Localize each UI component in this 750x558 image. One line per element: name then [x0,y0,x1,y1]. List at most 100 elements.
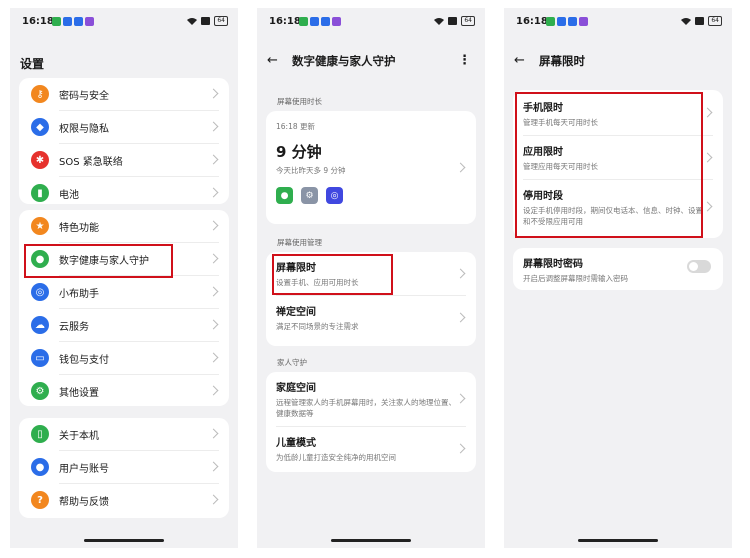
chevron-right-icon [208,385,219,396]
settings-item[interactable]: ⚙ 其他设置 [19,375,229,407]
chevron-right-icon [455,443,466,453]
settings-item[interactable]: ◎ 小布助手 [19,276,229,308]
app-notification-icon [568,17,577,26]
home-indicator[interactable] [331,539,411,542]
app-notification-icon [546,17,555,26]
usage-total: 9 分钟 [276,143,322,161]
chevron-right-icon [208,286,219,297]
app-notification-icon [557,17,566,26]
shield-icon: ◆ [31,118,49,136]
top-bar: ← 屏幕限时 [504,52,732,72]
assistant-icon: ◎ [31,283,49,301]
sim-icon [695,17,705,25]
highlight-box [24,244,173,278]
app-notification-icon [63,17,72,26]
assistant-app-icon: ◎ [326,187,343,204]
highlight-box [272,254,393,295]
app-notification-icon [52,17,61,26]
page-title: 数字健康与家人守护 [292,54,396,68]
help-icon: ? [31,491,49,509]
user-icon: ● [31,458,49,476]
settings-item[interactable]: ◆ 权限与隐私 [19,111,229,143]
chevron-right-icon [455,393,466,404]
usage-card[interactable]: 16:18 更新 9 分钟 今天比昨天多 9 分钟 ● ⚙ ◎ [266,111,476,224]
status-time: 16:18 [516,16,548,27]
chevron-right-icon [702,107,713,117]
app-notification-icon [321,17,330,26]
chevron-right-icon [702,152,713,162]
chevron-right-icon [208,461,219,472]
passcode-card: 屏幕限时密码 开启后调整屏幕限时需输入密码 [513,248,723,290]
home-indicator[interactable] [84,539,164,542]
chevron-right-icon [455,268,466,278]
sos-icon: ✱ [31,151,49,169]
gear-icon: ⚙ [31,382,49,400]
settings-item[interactable]: ☁ 云服务 [19,309,229,341]
app-notification-icon [74,17,83,26]
wifi-icon [434,18,445,25]
settings-item[interactable]: ● 用户与账号 [19,451,229,483]
kids-mode-subtitle: 为低龄儿童打造安全纯净的用机空间 [276,453,396,462]
chevron-right-icon [208,220,219,231]
settings-item-label: 关于本机 [59,430,99,442]
app-notification-icon [579,17,588,26]
chevron-right-icon [208,121,219,132]
settings-item[interactable]: ⚷ 密码与安全 [19,78,229,110]
settings-screen: 16:18 64 设置 ⚷ 密码与安全 ◆ 权限与隐私 ✱ SOS 紧急联络 ▮ 电池 ★ 特色… [10,8,238,548]
wellbeing-screen: 16:18 64 ← 数字健康与家人守护 ⋮ 屏幕使用时长 16:18 更新 9… [257,8,485,548]
family-space-item[interactable]: 家庭空间 远程管理家人的手机屏幕用时，关注家人的地理位置、健康数据等 [266,372,476,426]
battery-level: 64 [214,16,228,26]
key-icon: ⚷ [31,85,49,103]
settings-item[interactable]: ▭ 钱包与支付 [19,342,229,374]
cloud-icon: ☁ [31,316,49,334]
chevron-right-icon [208,154,219,165]
wifi-icon [187,18,198,25]
star-icon: ★ [31,217,49,235]
settings-item-label: 用户与账号 [59,463,109,475]
battery-level: 64 [461,16,475,26]
chevron-right-icon [208,319,219,330]
passcode-title: 屏幕限时密码 [523,259,583,270]
updated-time: 16:18 更新 [276,122,315,131]
screen-limit-screen: 16:18 64 ← 屏幕限时 手机限时 管理手机每天可用时长 应用限时 管理应… [504,8,732,548]
settings-item-label: 权限与隐私 [59,123,109,135]
settings-group-account: ▯ 关于本机 ● 用户与账号? 帮助与反馈 [19,418,229,518]
chevron-right-icon [208,253,219,264]
focus-space-subtitle: 满足不同场景的专注需求 [276,322,359,331]
settings-item[interactable]: ? 帮助与反馈 [19,484,229,516]
more-options-icon[interactable]: ⋮ [458,52,471,70]
chevron-right-icon [208,428,219,439]
status-bar: 16:18 64 [10,8,238,38]
settings-item[interactable]: ✱ SOS 紧急联络 [19,144,229,176]
status-bar: 16:18 64 [504,8,732,38]
sim-icon [201,17,211,25]
home-indicator[interactable] [578,539,658,542]
family-space-title: 家庭空间 [276,383,316,394]
back-arrow-icon[interactable]: ← [514,52,525,70]
kids-mode-item[interactable]: 儿童模式 为低龄儿童打造安全纯净的用机空间 [266,427,476,470]
settings-item-label: 钱包与支付 [59,354,109,366]
notification-icons [546,17,588,26]
chevron-right-icon [208,88,219,99]
app-notification-icon [299,17,308,26]
battery-icon: ▮ [31,184,49,202]
settings-group-security: ⚷ 密码与安全 ◆ 权限与隐私 ✱ SOS 紧急联络 ▮ 电池 [19,78,229,204]
notification-icons [299,17,341,26]
settings-item[interactable]: ▮ 电池 [19,177,229,209]
family-card: 家庭空间 远程管理家人的手机屏幕用时，关注家人的地理位置、健康数据等 儿童模式 … [266,372,476,472]
app-notification-icon [332,17,341,26]
back-arrow-icon[interactable]: ← [267,52,278,70]
wallet-icon: ▭ [31,349,49,367]
passcode-subtitle: 开启后调整屏幕限时需输入密码 [523,274,628,283]
settings-item-label: 帮助与反馈 [59,496,109,508]
settings-item[interactable]: ★ 特色功能 [19,210,229,242]
family-space-subtitle: 远程管理家人的手机屏幕用时，关注家人的地理位置、健康数据等 [276,398,456,418]
page-title: 设置 [20,57,45,71]
app-notification-icon [85,17,94,26]
status-time: 16:18 [269,16,301,27]
passcode-toggle[interactable] [687,260,711,273]
focus-space-item[interactable]: 禅定空间 满足不同场景的专注需求 [266,296,476,339]
settings-item[interactable]: ▯ 关于本机 [19,418,229,450]
settings-item-label: 小布助手 [59,288,99,300]
chevron-right-icon [208,494,219,505]
